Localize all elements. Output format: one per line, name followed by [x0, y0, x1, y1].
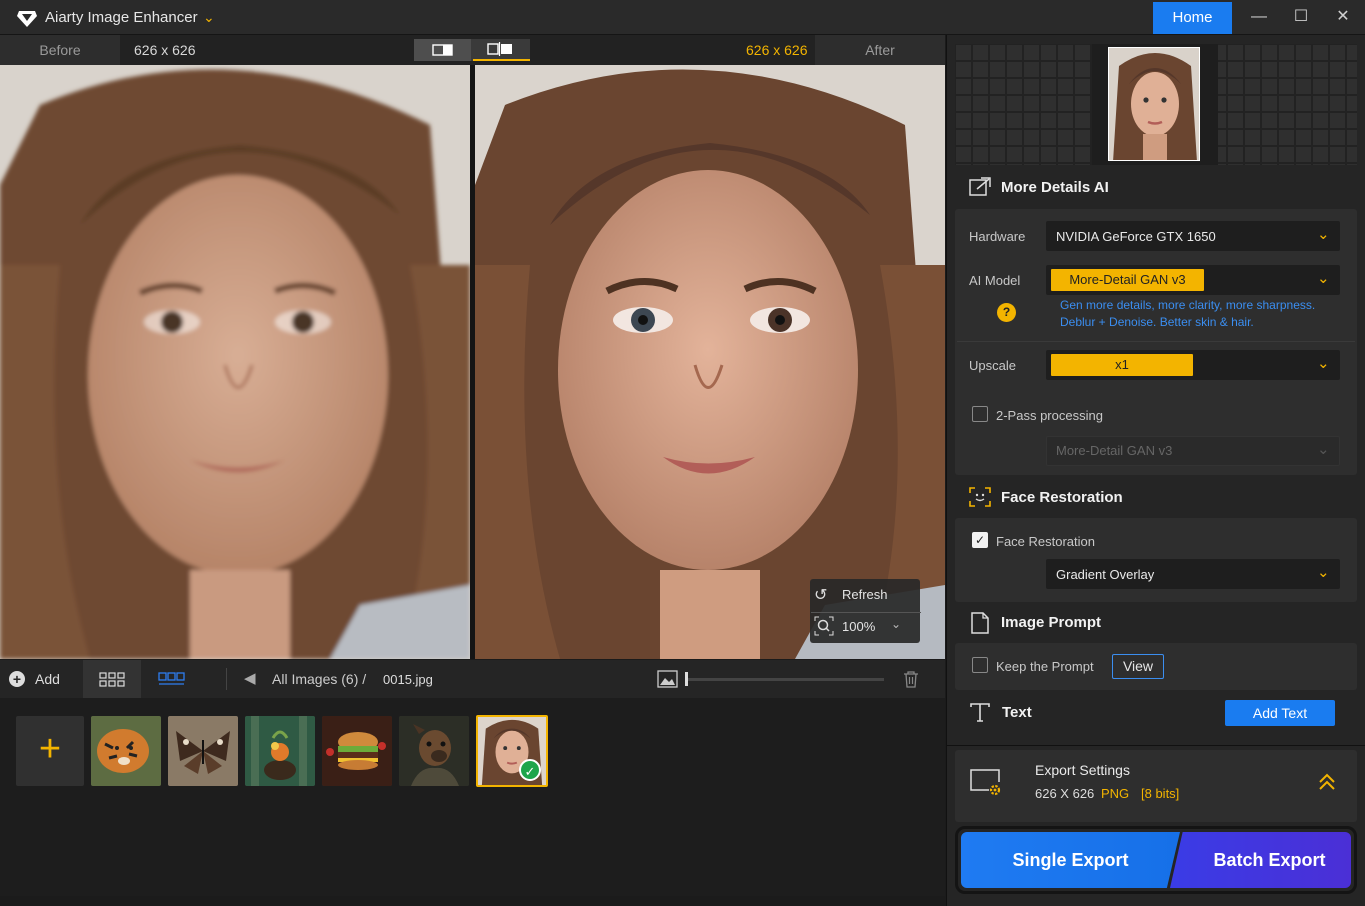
filmstrip-view-icon[interactable] — [158, 670, 186, 686]
view-prompt-button[interactable]: View — [1112, 654, 1164, 679]
after-portrait-image — [475, 65, 945, 659]
more-details-icon — [969, 177, 991, 196]
image-size-icon — [657, 670, 678, 688]
tiger-image — [91, 716, 161, 786]
add-image-tile[interactable]: + — [16, 716, 84, 786]
refresh-icon[interactable]: ↺ — [814, 585, 827, 605]
ai-model-description: Gen more details, more clarity, more sha… — [1060, 297, 1340, 331]
zoom-divider — [811, 612, 921, 613]
ai-model-desc-line-1: Gen more details, more clarity, more sha… — [1060, 298, 1316, 312]
dog-warrior-image — [399, 716, 469, 786]
single-export-button[interactable]: Single Export — [961, 832, 1180, 888]
section-divider — [957, 341, 1355, 342]
maximize-icon[interactable]: ☐ — [1281, 4, 1321, 30]
current-filename: 0015.jpg — [383, 672, 433, 687]
toolbar-separator — [226, 668, 227, 690]
ai-model-desc-line-2: Deblur + Denoise. Better skin & hair. — [1060, 315, 1254, 329]
thumbnail-tiger[interactable] — [91, 716, 161, 786]
thumbnail-forest-pot[interactable] — [245, 716, 315, 786]
hardware-value: NVIDIA GeForce GTX 1650 — [1056, 229, 1216, 244]
face-restoration-checkbox[interactable]: ✓ — [972, 532, 988, 548]
add-text-button[interactable]: Add Text — [1225, 700, 1335, 726]
add-button[interactable]: Add — [35, 671, 60, 687]
breadcrumb[interactable]: All Images (6) / — [272, 671, 366, 687]
thumbnail-butterfly[interactable] — [168, 716, 238, 786]
keep-prompt-checkbox[interactable] — [972, 657, 988, 673]
refresh-button[interactable]: Refresh — [842, 587, 888, 602]
navigator-preview[interactable] — [1108, 47, 1200, 161]
navigator-portrait-image — [1109, 48, 1199, 160]
keep-prompt-label: Keep the Prompt — [996, 659, 1094, 674]
face-restoration-label: Face Restoration — [996, 534, 1095, 549]
text-title: Text — [1002, 704, 1032, 721]
two-pass-checkbox[interactable] — [972, 406, 988, 422]
help-icon[interactable]: ? — [997, 303, 1016, 322]
thumbnail-size-slider[interactable] — [688, 678, 884, 681]
trash-icon[interactable] — [903, 670, 919, 688]
two-pass-chevron-down-icon: ⌄ — [1317, 441, 1330, 458]
ai-model-label: AI Model — [969, 273, 1021, 288]
upscale-value: x1 — [1051, 354, 1193, 376]
add-icon[interactable]: + — [9, 671, 25, 687]
forest-pot-image — [245, 716, 315, 786]
after-image[interactable] — [475, 65, 945, 659]
face-mode-chevron-down-icon[interactable]: ⌄ — [1317, 563, 1330, 581]
before-label: Before — [0, 35, 120, 65]
thumbnail-burger[interactable] — [322, 716, 392, 786]
batch-export-button[interactable]: Batch Export — [1170, 832, 1351, 888]
hardware-label: Hardware — [969, 229, 1026, 244]
double-chevron-up-icon[interactable] — [1318, 773, 1336, 791]
before-portrait-image — [0, 65, 470, 659]
minimize-icon[interactable]: — — [1239, 4, 1279, 30]
back-arrow-icon[interactable]: ◀ — [244, 669, 256, 687]
app-logo-icon — [17, 11, 37, 27]
zoom-icon[interactable] — [814, 616, 834, 636]
single-view-button[interactable] — [414, 39, 471, 61]
ai-model-value: More-Detail GAN v3 — [1051, 269, 1204, 291]
two-pass-label: 2-Pass processing — [996, 408, 1103, 423]
split-view-button[interactable] — [473, 39, 530, 61]
zoom-level[interactable]: 100% — [842, 619, 875, 634]
hardware-chevron-down-icon[interactable]: ⌄ — [1317, 225, 1330, 243]
butterfly-image — [168, 716, 238, 786]
before-size: 626 x 626 — [134, 42, 196, 58]
export-divider — [946, 745, 1365, 746]
grid-view-button[interactable] — [83, 660, 141, 698]
app-title: Aiarty Image Enhancer — [45, 9, 198, 26]
export-format: PNG — [1101, 786, 1130, 801]
home-button[interactable]: Home — [1153, 2, 1232, 34]
text-tool-icon — [970, 703, 990, 722]
app-menu-chevron-icon[interactable]: ⌄ — [203, 9, 215, 26]
export-settings-icon — [970, 769, 1001, 796]
export-settings-title: Export Settings — [1035, 762, 1130, 778]
after-label: After — [815, 35, 945, 65]
face-restoration-title: Face Restoration — [1001, 489, 1123, 506]
split-view-icon — [487, 42, 512, 56]
upscale-chevron-down-icon[interactable]: ⌄ — [1317, 354, 1330, 372]
image-prompt-icon — [971, 612, 989, 634]
grid-view-icon — [99, 672, 125, 687]
export-size: 626 X 626 — [1035, 786, 1095, 801]
after-size: 626 x 626 — [746, 42, 808, 58]
thumbnail-dog-warrior[interactable] — [399, 716, 469, 786]
zoom-chevron-down-icon[interactable]: ⌄ — [891, 617, 901, 631]
close-icon[interactable]: ✕ — [1323, 4, 1363, 30]
burger-image — [322, 716, 392, 786]
ai-model-chevron-down-icon[interactable]: ⌄ — [1317, 269, 1330, 287]
export-bit-depth: [8 bits] — [1141, 786, 1180, 801]
more-details-title: More Details AI — [1001, 179, 1109, 196]
face-mode-value: Gradient Overlay — [1056, 567, 1155, 582]
single-view-icon — [432, 44, 453, 56]
slider-handle[interactable] — [685, 672, 688, 686]
before-image[interactable] — [0, 65, 470, 659]
selected-check-icon: ✓ — [519, 759, 541, 781]
upscale-label: Upscale — [969, 358, 1016, 373]
two-pass-model-value: More-Detail GAN v3 — [1056, 443, 1173, 458]
face-restoration-icon — [969, 487, 991, 507]
image-prompt-title: Image Prompt — [1001, 614, 1102, 631]
